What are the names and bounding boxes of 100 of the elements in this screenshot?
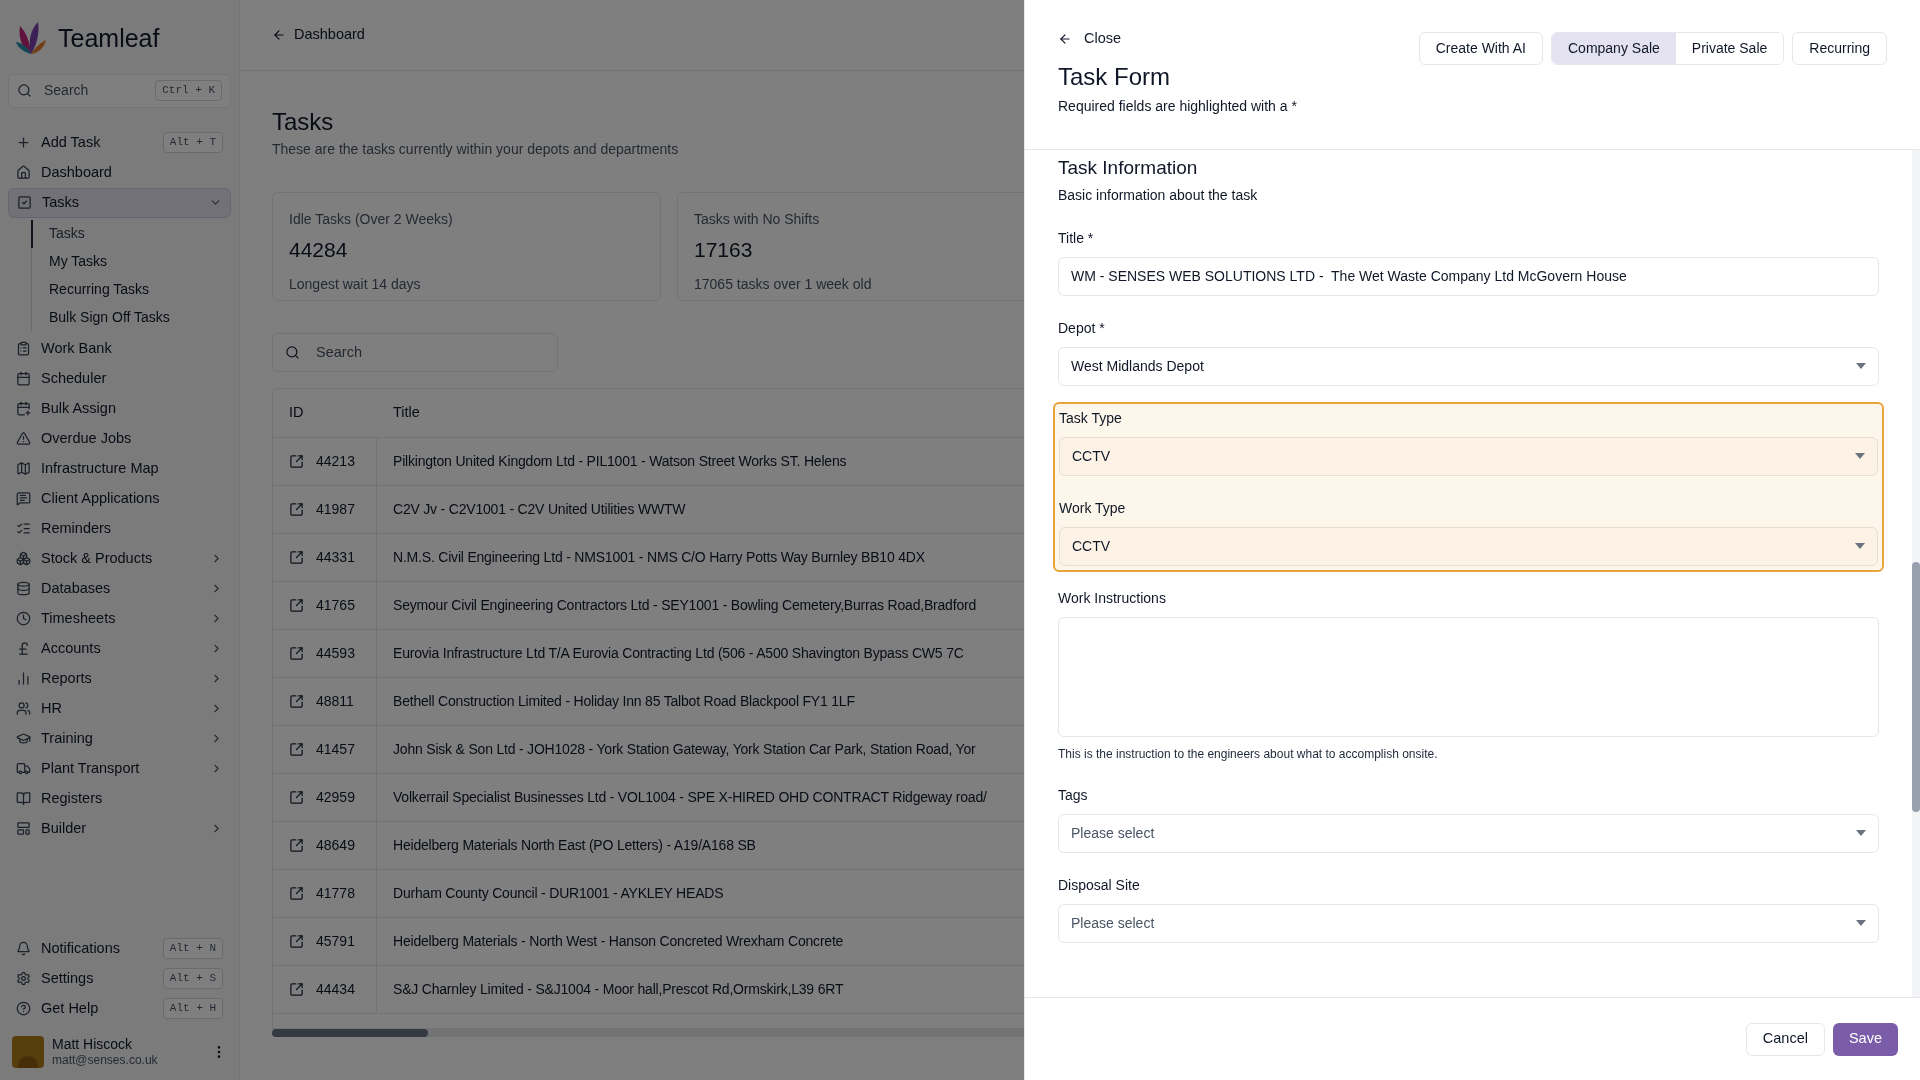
sidebar-item[interactable]: Client Applications — [8, 483, 231, 514]
stat-note: 17065 tasks over 1 week old — [694, 274, 873, 294]
sidebar-item[interactable]: HR — [8, 693, 231, 724]
open-link-icon[interactable] — [289, 982, 304, 997]
checkbox-icon — [17, 195, 32, 210]
stat-label: Idle Tasks (Over 2 Weeks) — [289, 210, 454, 229]
sidebar-item[interactable]: Notifications Alt + N — [8, 933, 231, 964]
table-cell-text: C2V Jv - C2V1001 - C2V United Utilities WWTW — [392, 500, 686, 519]
plus-icon — [16, 135, 31, 150]
sidebar-item[interactable]: Settings Alt + S — [8, 963, 231, 994]
column-header[interactable]: Title — [377, 402, 420, 424]
settings-icon — [16, 971, 31, 986]
toggle-option[interactable]: Company Sale — [1552, 33, 1676, 64]
table-cell-text: 48649 — [316, 836, 355, 855]
field-label: Depot * — [1058, 318, 1106, 338]
sidebar-item[interactable]: Reports — [8, 663, 231, 694]
book-icon — [16, 791, 31, 806]
message-icon — [16, 491, 31, 506]
help-icon — [16, 1001, 31, 1016]
search-field[interactable]: Search Ctrl + K — [8, 73, 231, 108]
calendar-plus-icon — [16, 401, 31, 416]
open-link-icon[interactable] — [289, 598, 304, 613]
open-link-icon[interactable] — [289, 790, 304, 805]
stat-value: 17163 — [694, 237, 754, 263]
sidebar-subitem[interactable]: Tasks — [31, 219, 231, 248]
sidebar-item[interactable]: Overdue Jobs — [8, 423, 231, 454]
header-button[interactable]: Create With AI — [1418, 32, 1543, 65]
open-link-icon[interactable] — [289, 934, 304, 949]
table-cell-text: Heidelberg Materials North East (PO Letters) - A19/A168 SB — [392, 836, 756, 855]
vertical-scrollbar[interactable] — [1912, 150, 1920, 997]
sidebar-subitem[interactable]: Bulk Sign Off Tasks — [31, 303, 231, 332]
dropdown-caret-icon — [1855, 543, 1865, 549]
close-link[interactable]: Close — [1058, 28, 1297, 50]
select-field[interactable]: CCTV — [1059, 526, 1878, 566]
table-cell-text: 44434 — [316, 980, 355, 999]
select-field[interactable]: Please select — [1058, 903, 1879, 943]
sidebar-item[interactable]: Add Task Alt + T — [8, 127, 231, 158]
user-email: matt@senses.co.uk — [52, 1053, 159, 1068]
open-link-icon[interactable] — [289, 502, 304, 517]
select-field[interactable]: CCTV — [1059, 436, 1878, 476]
sidebar-item[interactable]: Scheduler — [8, 363, 231, 394]
dropdown-caret-icon — [1856, 830, 1866, 836]
sidebar-item[interactable]: Get Help Alt + H — [8, 993, 231, 1024]
field-label: Title * — [1058, 228, 1095, 248]
table-cell-text: 41765 — [316, 596, 355, 615]
bell-icon — [16, 941, 31, 956]
field-label: Work Type — [1059, 498, 1127, 518]
sidebar-item[interactable]: Registers — [8, 783, 231, 814]
table-cell-text: Bethell Construction Limited - Holiday Inn 85 Talbot Road Blackpool FY1 1LF — [392, 692, 855, 711]
boxes-icon — [16, 551, 31, 566]
search-icon — [17, 83, 32, 98]
cancel-button[interactable]: Cancel — [1745, 1022, 1825, 1056]
select-field[interactable]: Please select — [1058, 813, 1879, 853]
textarea-field[interactable] — [1058, 616, 1879, 737]
table-cell-text: 48811 — [316, 692, 354, 711]
bar-chart-icon — [16, 671, 31, 686]
table-cell-text: Pilkington United Kingdom Ltd - PIL1001 - Watson Street Works ST. Helens — [392, 452, 847, 471]
sidebar-item[interactable]: Plant Transport — [8, 753, 231, 784]
open-link-icon[interactable] — [289, 886, 304, 901]
leaf-logo-icon — [16, 21, 46, 56]
users-icon — [16, 701, 31, 716]
open-link-icon[interactable] — [289, 550, 304, 565]
open-link-icon[interactable] — [289, 454, 304, 469]
open-link-icon[interactable] — [289, 694, 304, 709]
sidebar-subitem[interactable]: Recurring Tasks — [31, 275, 231, 304]
select-field[interactable]: West Midlands Depot — [1058, 346, 1879, 386]
open-link-icon[interactable] — [289, 646, 304, 661]
table-cell-text: N.M.S. Civil Engineering Ltd - NMS1001 - NMS C/O Harry Potts Way Burnley BB10 4DX — [392, 548, 925, 567]
field-label: Disposal Site — [1058, 875, 1141, 895]
text-field[interactable]: WM - SENSES WEB SOLUTIONS LTD - The Wet Waste Company Ltd McGovern House — [1058, 256, 1879, 296]
sidebar-item[interactable]: Timesheets — [8, 603, 231, 634]
field-label: Task Type — [1059, 408, 1123, 428]
house-icon — [16, 165, 31, 180]
search-placeholder: Search — [316, 342, 362, 362]
open-link-icon[interactable] — [289, 742, 304, 757]
dim-overlay[interactable] — [0, 0, 1024, 1080]
column-header[interactable]: ID — [273, 402, 377, 424]
sidebar-item[interactable]: Dashboard — [8, 157, 231, 188]
sidebar-item[interactable]: Accounts — [8, 633, 231, 664]
sidebar-item[interactable]: Reminders — [8, 513, 231, 544]
sidebar-item[interactable]: Infrastructure Map — [8, 453, 231, 484]
sidebar-item[interactable]: Databases — [8, 573, 231, 604]
field-label: Work Instructions — [1058, 588, 1167, 608]
sidebar-subitem[interactable]: My Tasks — [31, 247, 231, 276]
table-cell-text: Volkerrail Specialist Businesses Ltd - VOL1004 - SPE X-HIRED OHD CONTRACT Ridgeway road/ — [392, 788, 987, 807]
shortcut-key: Alt + H — [162, 998, 223, 1019]
stat-note: Longest wait 14 days — [289, 274, 422, 294]
search-field[interactable]: Search — [272, 333, 558, 372]
sidebar-item[interactable]: Training — [8, 723, 231, 754]
sidebar-item[interactable]: Tasks — [8, 187, 231, 218]
section-title: Task Information — [1058, 156, 1199, 180]
sidebar-item[interactable]: Builder — [8, 813, 231, 844]
sidebar-item[interactable]: Stock & Products — [8, 543, 231, 574]
header-button[interactable]: Recurring — [1792, 32, 1887, 65]
save-button[interactable]: Save — [1832, 1022, 1898, 1056]
sidebar-item[interactable]: Bulk Assign — [8, 393, 231, 424]
table-cell-text: 41457 — [316, 740, 355, 759]
sidebar-item[interactable]: Work Bank — [8, 333, 231, 364]
back-link[interactable]: Dashboard — [272, 24, 365, 46]
open-link-icon[interactable] — [289, 838, 304, 853]
